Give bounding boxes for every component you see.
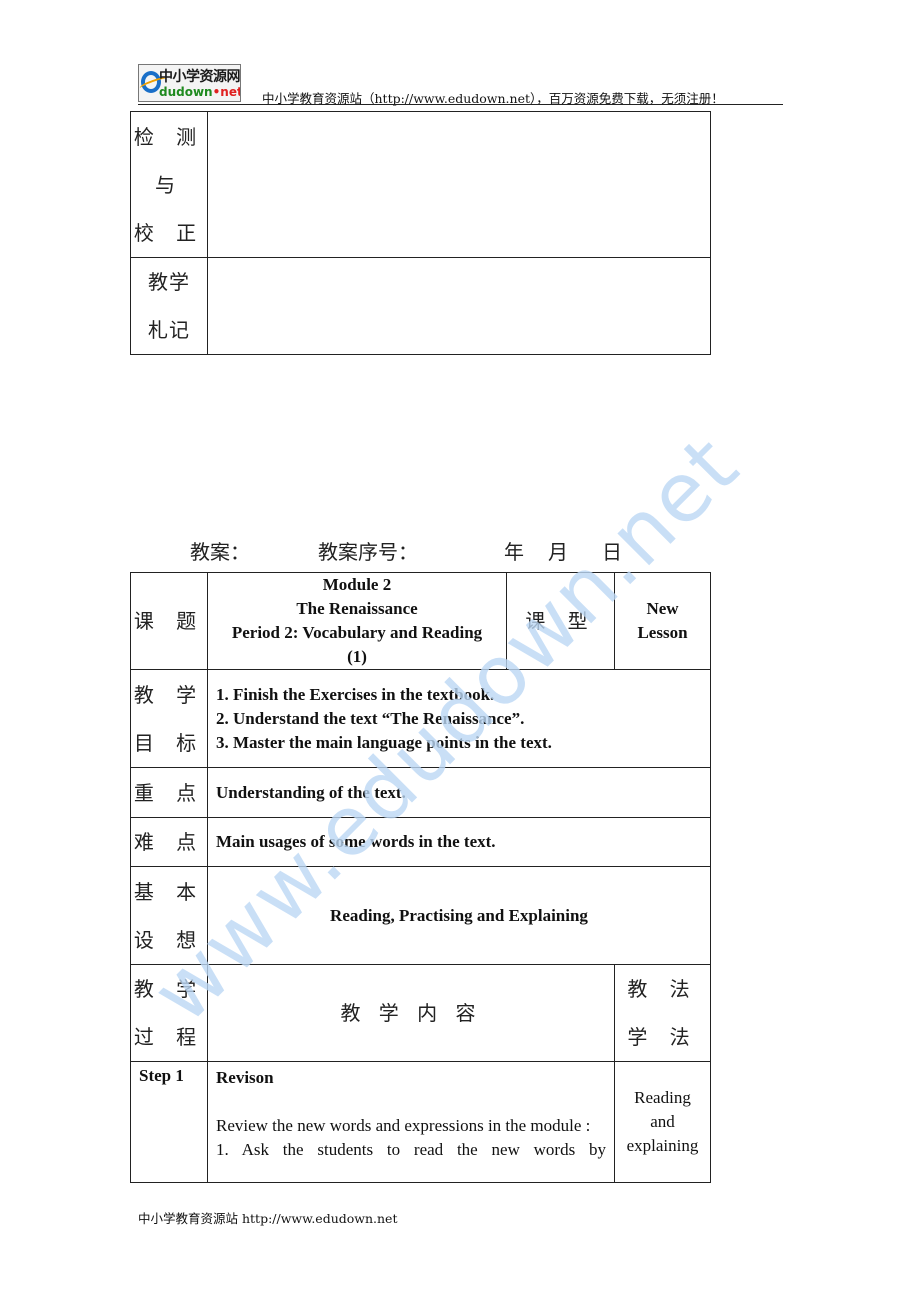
table-row-step-1: Step 1 Revison Review the new words and … [130, 1061, 711, 1183]
type-label: 课 型 [506, 572, 615, 670]
table-row-process-header: 教 学 过 程 教 学 内 容 教 法 学 法 [130, 964, 711, 1062]
process-label: 教 学 过 程 [130, 964, 208, 1062]
footer-text: 中小学教育资源站 http://www.edudown.net [138, 1211, 398, 1226]
table-row-difficult-point: 难 点 Main usages of some words in the tex… [130, 817, 711, 867]
day-label: 日 [602, 540, 622, 564]
plan-number-label: 教案序号： [318, 540, 418, 564]
plan-label: 教案： [190, 540, 250, 564]
logo-cn-text: 中小学资源网 [159, 69, 240, 85]
key-point-label: 重 点 [130, 767, 208, 818]
goal-item: 1. Finish the Exercises in the textbook. [216, 684, 495, 704]
label-cell-check-correct: 检 测 与 校 正 [130, 111, 208, 258]
goals-value: 1. Finish the Exercises in the textbook.… [207, 669, 711, 768]
table-row-topic: 课 题 Module 2 The Renaissance Period 2: V… [130, 572, 711, 670]
goal-item: 3. Master the main language points in th… [216, 732, 552, 752]
step-content: Revison Review the new words and express… [207, 1061, 615, 1183]
step-text: 1. Ask the students to read the new word… [216, 1140, 606, 1159]
month-label: 月 [548, 540, 568, 564]
basic-idea-value: Reading, Practising and Explaining [207, 866, 711, 965]
content-cell-check-correct[interactable] [207, 111, 711, 258]
step-title: Revison [216, 1068, 274, 1087]
logo-en-text: dudown•net [159, 85, 241, 99]
difficult-point-value: Main usages of some words in the text. [207, 817, 711, 867]
table-row: 教学 札记 [130, 257, 711, 355]
topic-label: 课 题 [130, 572, 208, 670]
table-row-goals: 教 学 目 标 1. Finish the Exercises in the t… [130, 669, 711, 768]
lesson-plan-title-line: 教案： 教案序号： 年月 日 [190, 536, 622, 565]
lesson-plan-table: 课 题 Module 2 The Renaissance Period 2: V… [130, 572, 711, 1183]
step-label: Step 1 [130, 1061, 208, 1183]
topic-value: Module 2 The Renaissance Period 2: Vocab… [207, 572, 507, 670]
key-point-value: Understanding of the text. [207, 767, 711, 818]
ie-globe-icon [141, 71, 161, 93]
goal-item: 2. Understand the text “The Renaissance”… [216, 708, 525, 728]
step-text: Review the new words and expressions in … [216, 1116, 591, 1135]
method-header: 教 法 学 法 [614, 964, 711, 1062]
header-divider [138, 104, 783, 105]
goals-label: 教 学 目 标 [130, 669, 208, 768]
content-cell-teaching-notes[interactable] [207, 257, 711, 355]
table-row-basic-idea: 基 本 设 想 Reading, Practising and Explaini… [130, 866, 711, 965]
site-logo: 中小学资源网 dudown•net [138, 64, 241, 102]
step-method: Reading and explaining [614, 1061, 711, 1183]
year-label: 年 [504, 540, 524, 564]
review-table: 检 测 与 校 正 教学 札记 [130, 111, 711, 355]
difficult-point-label: 难 点 [130, 817, 208, 867]
type-value: New Lesson [614, 572, 711, 670]
content-header: 教 学 内 容 [207, 964, 615, 1062]
label-cell-teaching-notes: 教学 札记 [130, 257, 208, 355]
basic-idea-label: 基 本 设 想 [130, 866, 208, 965]
table-row: 检 测 与 校 正 [130, 111, 711, 258]
table-row-key-point: 重 点 Understanding of the text. [130, 767, 711, 818]
